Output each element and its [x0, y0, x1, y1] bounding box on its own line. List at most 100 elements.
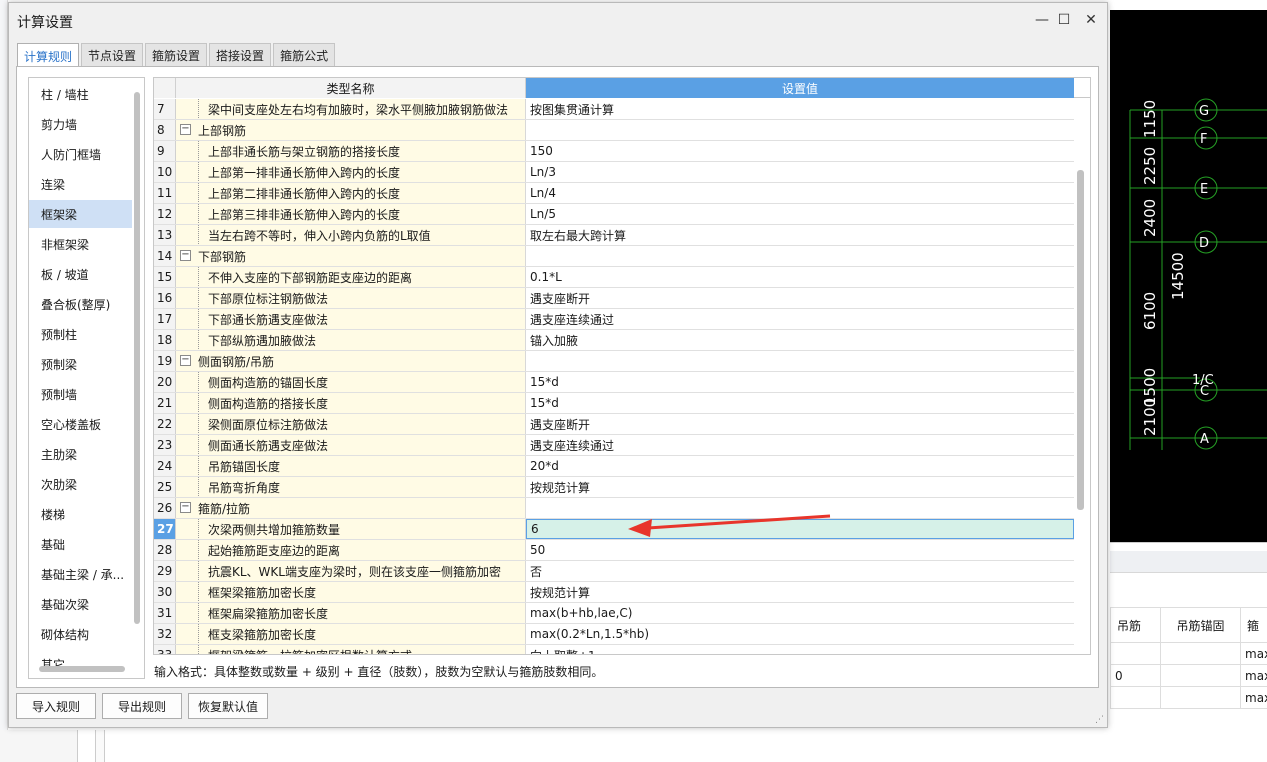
component-list-item[interactable]: 非框架梁	[29, 230, 132, 258]
rule-value-cell[interactable]: 按规范计算	[526, 582, 1074, 602]
export-rules-button[interactable]: 导出规则	[102, 693, 182, 719]
rule-value-cell[interactable]: 向上取整+1	[526, 645, 1074, 655]
rule-value-cell[interactable]: 0.1*L	[526, 267, 1074, 287]
maximize-button[interactable]: ☐	[1051, 9, 1077, 31]
rule-value-cell[interactable]: 遇支座断开	[526, 288, 1074, 308]
rule-name-cell: 次梁两侧共增加箍筋数量	[176, 519, 526, 539]
cad-drawing-view[interactable]: G F E D 1/C C A 1150 2250 2400 14500 610…	[1110, 10, 1267, 542]
collapse-icon[interactable]: −	[180, 502, 191, 513]
grid-row[interactable]: 31 框架扁梁箍筋加密长度 max(b+hb,lae,C)	[154, 603, 1074, 624]
restore-defaults-button[interactable]: 恢复默认值	[188, 693, 268, 719]
dialog-title-bar[interactable]: 计算设置 — ☐ ✕	[9, 3, 1107, 37]
component-list-item[interactable]: 叠合板(整厚)	[29, 290, 132, 318]
component-list-item[interactable]: 空心楼盖板	[29, 410, 132, 438]
grid-row[interactable]: 8− 上部钢筋	[154, 120, 1074, 141]
rule-value-cell[interactable]: Ln/4	[526, 183, 1074, 203]
grid-row[interactable]: 23 侧面通长筋遇支座做法 遇支座连续通过	[154, 435, 1074, 456]
rule-value-cell[interactable]: max(b+hb,lae,C)	[526, 603, 1074, 623]
grid-row[interactable]: 21 侧面构造筋的搭接长度 15*d	[154, 393, 1074, 414]
grid-row[interactable]: 25 吊筋弯折角度 按规范计算	[154, 477, 1074, 498]
rule-value-cell[interactable]: 遇支座连续通过	[526, 309, 1074, 329]
tree-guide-line	[198, 414, 199, 434]
component-list-item[interactable]: 主肋梁	[29, 440, 132, 468]
rule-value-cell[interactable]	[526, 246, 1074, 266]
close-button[interactable]: ✕	[1078, 9, 1104, 31]
rule-value-cell[interactable]	[526, 351, 1074, 371]
collapse-icon[interactable]: −	[180, 124, 191, 135]
grid-row[interactable]: 13 当左右跨不等时，伸入小跨内负筋的L取值 取左右最大跨计算	[154, 225, 1074, 246]
rule-value-cell[interactable]: 15*d	[526, 393, 1074, 413]
rule-value-cell[interactable]: 15*d	[526, 372, 1074, 392]
grid-row[interactable]: 16 下部原位标注钢筋做法 遇支座断开	[154, 288, 1074, 309]
grid-row[interactable]: 9 上部非通长筋与架立钢筋的搭接长度 150	[154, 141, 1074, 162]
component-list-item[interactable]: 框架梁	[29, 200, 132, 228]
component-list-item[interactable]: 预制梁	[29, 350, 132, 378]
tab-stirrup-formula[interactable]: 箍筋公式	[273, 43, 336, 67]
grid-row[interactable]: 18 下部纵筋遇加腋做法 锚入加腋	[154, 330, 1074, 351]
rule-value-cell[interactable]: Ln/5	[526, 204, 1074, 224]
rule-value-cell[interactable]: 遇支座断开	[526, 414, 1074, 434]
component-list-item[interactable]: 基础主梁 / 承...	[29, 560, 132, 588]
cad-axis-label: A	[1200, 432, 1209, 447]
grid-row[interactable]: 7 梁中间支座处左右均有加腋时，梁水平侧腋加腋钢筋做法 按图集贯通计算	[154, 99, 1074, 120]
component-list-item[interactable]: 预制柱	[29, 320, 132, 348]
grid-row[interactable]: 24 吊筋锚固长度 20*d	[154, 456, 1074, 477]
grid-row[interactable]: 32 框支梁箍筋加密长度 max(0.2*Ln,1.5*hb)	[154, 624, 1074, 645]
tab-lap-settings[interactable]: 搭接设置	[209, 43, 272, 67]
collapse-icon[interactable]: −	[180, 355, 191, 366]
component-list-item[interactable]: 预制墙	[29, 380, 132, 408]
list-scrollbar[interactable]	[134, 92, 140, 624]
component-list-item[interactable]: 柱 / 墙柱	[29, 80, 132, 108]
component-list-item[interactable]: 连梁	[29, 170, 132, 198]
component-list-item[interactable]: 人防门框墙	[29, 140, 132, 168]
grid-scrollbar[interactable]	[1077, 170, 1084, 510]
grid-row[interactable]: 27 次梁两侧共增加箍筋数量 6	[154, 519, 1074, 540]
rule-value-cell[interactable]: 6	[526, 519, 1074, 539]
grid-row[interactable]: 30 框架梁箍筋加密长度 按规范计算	[154, 582, 1074, 603]
grid-row[interactable]: 12 上部第三排非通长筋伸入跨内的长度 Ln/5	[154, 204, 1074, 225]
grid-row[interactable]: 10 上部第一排非通长筋伸入跨内的长度 Ln/3	[154, 162, 1074, 183]
rule-value-cell[interactable]: 按图集贯通计算	[526, 99, 1074, 119]
component-list-item[interactable]: 基础	[29, 530, 132, 558]
grid-row[interactable]: 19− 侧面钢筋/吊筋	[154, 351, 1074, 372]
rule-value-cell[interactable]: 20*d	[526, 456, 1074, 476]
grid-row[interactable]: 28 起始箍筋距支座边的距离 50	[154, 540, 1074, 561]
grid-row[interactable]: 11 上部第二排非通长筋伸入跨内的长度 Ln/4	[154, 183, 1074, 204]
rule-value-cell[interactable]: 遇支座连续通过	[526, 435, 1074, 455]
grid-row[interactable]: 14− 下部钢筋	[154, 246, 1074, 267]
tab-stirrup-settings[interactable]: 箍筋设置	[145, 43, 208, 67]
grid-row[interactable]: 20 侧面构造筋的锚固长度 15*d	[154, 372, 1074, 393]
component-list-item[interactable]: 剪力墙	[29, 110, 132, 138]
rule-value-cell[interactable]: 150	[526, 141, 1074, 161]
rule-value-cell[interactable]: 否	[526, 561, 1074, 581]
rule-value-cell[interactable]: 按规范计算	[526, 477, 1074, 497]
tab-calc-rules[interactable]: 计算规则	[17, 43, 80, 68]
component-list-item[interactable]: 基础次梁	[29, 590, 132, 618]
grid-row[interactable]: 15 不伸入支座的下部钢筋距支座边的距离 0.1*L	[154, 267, 1074, 288]
grid-row[interactable]: 33 框架梁箍筋、拉筋加密区根数计算方式 向上取整+1	[154, 645, 1074, 655]
component-list-item[interactable]: 砌体结构	[29, 620, 132, 648]
rule-value-cell[interactable]: 取左右最大跨计算	[526, 225, 1074, 245]
rule-value-cell[interactable]: 50	[526, 540, 1074, 560]
component-type-list: 柱 / 墙柱 剪力墙 人防门框墙 连梁 框架梁 非框架梁板 / 坡道 叠合板(整厚) 预制柱预…	[28, 77, 145, 679]
rule-value-cell[interactable]: max(0.2*Ln,1.5*hb)	[526, 624, 1074, 644]
grid-header-value: 设置值	[526, 78, 1074, 98]
grid-row[interactable]: 29 抗震KL、WKL端支座为梁时，则在该支座一侧箍筋加密 否	[154, 561, 1074, 582]
rule-value-cell[interactable]: Ln/3	[526, 162, 1074, 182]
rule-value-cell[interactable]: 锚入加腋	[526, 330, 1074, 350]
component-list-item[interactable]: 次肋梁	[29, 470, 132, 498]
import-rules-button[interactable]: 导入规则	[16, 693, 96, 719]
list-horizontal-scrollbar[interactable]	[39, 666, 125, 672]
collapse-icon[interactable]: −	[180, 250, 191, 261]
rule-value-cell[interactable]	[526, 120, 1074, 140]
grid-row[interactable]: 26− 箍筋/拉筋	[154, 498, 1074, 519]
grid-row[interactable]: 22 梁侧面原位标注筋做法 遇支座断开	[154, 414, 1074, 435]
rule-value-cell[interactable]	[526, 498, 1074, 518]
component-list-item[interactable]: 板 / 坡道	[29, 260, 132, 288]
resize-grip-icon[interactable]: ⋰	[1095, 715, 1105, 725]
tab-node-settings[interactable]: 节点设置	[81, 43, 144, 67]
component-list-item[interactable]: 楼梯	[29, 500, 132, 528]
component-list-item[interactable]: 其它	[29, 650, 132, 678]
background-bottom-left-block	[0, 730, 78, 762]
grid-row[interactable]: 17 下部通长筋遇支座做法 遇支座连续通过	[154, 309, 1074, 330]
